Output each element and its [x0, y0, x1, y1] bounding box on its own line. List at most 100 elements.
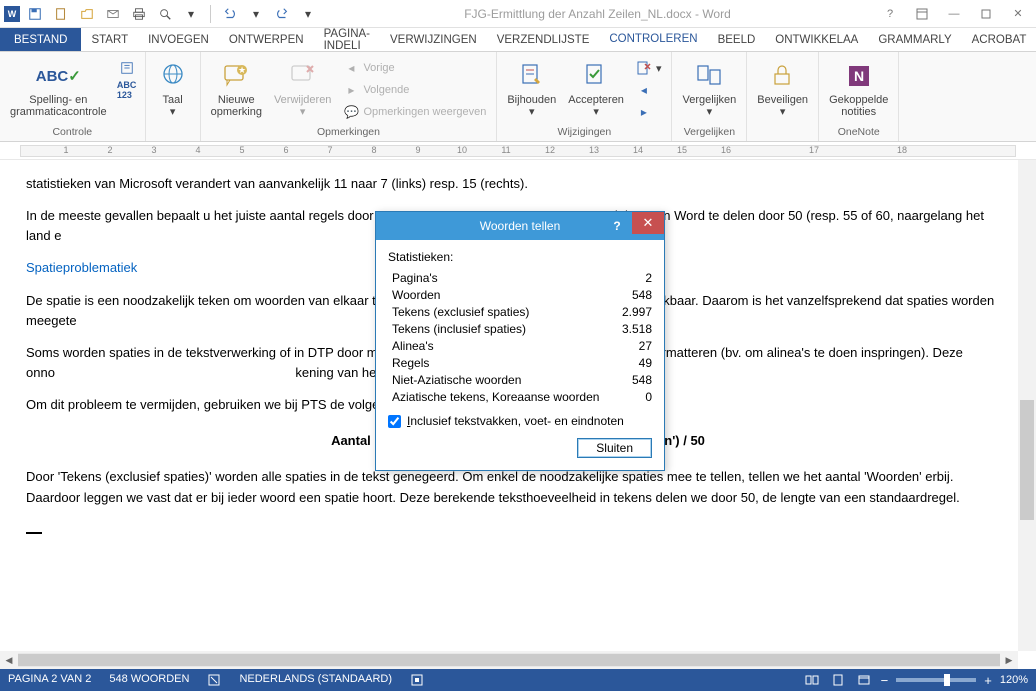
spelling-icon: ABC✓ [42, 60, 74, 92]
tab-ontwerpen[interactable]: ONTWERPEN [219, 28, 314, 51]
qat-email[interactable] [102, 3, 124, 25]
dialog-close-button[interactable]: ✕ [632, 212, 664, 234]
view-read-mode[interactable] [803, 671, 821, 689]
tab-controleren[interactable]: CONTROLEREN [599, 28, 707, 51]
stat-row: Woorden548 [388, 287, 652, 304]
next-change-button[interactable]: ▸ [632, 102, 666, 122]
horizontal-scrollbar[interactable]: ◀ ▶ [0, 651, 1018, 669]
group-controle-label: Controle [6, 126, 139, 141]
window-title: FJG-Ermittlung der Anzahl Zeilen_NL.docx… [319, 7, 876, 21]
accepteren-button[interactable]: Accepteren▾ [564, 58, 628, 120]
vertical-scrollbar-thumb[interactable] [1020, 400, 1034, 520]
status-page[interactable]: PAGINA 2 VAN 2 [8, 673, 91, 687]
zoom-out-button[interactable]: − [881, 673, 889, 688]
paragraph[interactable]: Door 'Tekens (exclusief spaties)' worden… [26, 467, 1010, 507]
qat-print[interactable] [128, 3, 150, 25]
group-wijzigingen-label: Wijzigingen [503, 126, 665, 141]
status-proofing-icon[interactable] [207, 673, 221, 687]
prev-change-button[interactable]: ◂ [632, 80, 666, 100]
status-macro-icon[interactable] [410, 673, 424, 687]
svg-text:★: ★ [238, 65, 246, 75]
tab-acrobat[interactable]: ACROBAT [962, 28, 1036, 51]
dialog-sluiten-button[interactable]: Sluiten [577, 438, 652, 458]
qat-undo[interactable] [219, 3, 241, 25]
dialog-titlebar[interactable]: Woorden tellen ? ✕ [376, 212, 664, 240]
tab-start[interactable]: START [81, 28, 138, 51]
zoom-slider-thumb[interactable] [944, 674, 950, 686]
word-count-icon: ABC123 [119, 82, 135, 98]
word-count-dialog: Woorden tellen ? ✕ Statistieken: Pagina'… [375, 211, 665, 471]
checkbox-input[interactable] [388, 415, 401, 428]
group-vergelijken-label: Vergelijken [678, 126, 740, 141]
zoom-slider[interactable] [896, 678, 976, 682]
dialog-title: Woorden tellen [480, 219, 561, 233]
volgende-opmerking-button[interactable]: ▸Volgende [339, 80, 490, 100]
group-onenote-label: OneNote [825, 126, 892, 141]
gekoppelde-notities-button[interactable]: N Gekoppelde notities [825, 58, 892, 120]
stat-row: Alinea's27 [388, 338, 652, 355]
show-comments-icon: 💬 [343, 104, 359, 120]
tab-verzendlijsten[interactable]: VERZENDLIJSTE [487, 28, 600, 51]
view-web-layout[interactable] [855, 671, 873, 689]
reject-button[interactable]: ▾ [632, 58, 666, 78]
title-bar: W ▾ ▾ ▾ FJG-Ermittlung der Anzahl Zeilen… [0, 0, 1036, 28]
prev-comment-icon: ◂ [343, 60, 359, 76]
qat-save[interactable] [24, 3, 46, 25]
hscroll-left[interactable]: ◀ [0, 651, 18, 669]
qat-preview[interactable] [154, 3, 176, 25]
vertical-scrollbar[interactable] [1018, 160, 1036, 651]
group-opmerkingen-label: Opmerkingen [207, 126, 491, 141]
nieuwe-opmerking-button[interactable]: ★ Nieuwe opmerking [207, 58, 266, 120]
stat-row: Tekens (exclusief spaties)2.997 [388, 304, 652, 321]
tab-ontwikkelaar[interactable]: ONTWIKKELAA [765, 28, 868, 51]
bijhouden-button[interactable]: Bijhouden▾ [503, 58, 560, 120]
qat-undo-more[interactable]: ▾ [245, 3, 267, 25]
hscroll-right[interactable]: ▶ [1000, 651, 1018, 669]
qat-open[interactable] [76, 3, 98, 25]
view-print-layout[interactable] [829, 671, 847, 689]
spelling-button[interactable]: ABC✓ Spelling- en grammaticacontrole [6, 58, 111, 120]
taal-button[interactable]: Taal▾ [152, 58, 194, 120]
beveiligen-button[interactable]: Beveiligen▾ [753, 58, 812, 120]
maximize-button[interactable] [972, 4, 1000, 24]
thesaurus-button[interactable] [115, 58, 139, 78]
vorige-opmerking-button[interactable]: ◂Vorige [339, 58, 490, 78]
qat-redo[interactable] [271, 3, 293, 25]
language-icon [157, 60, 189, 92]
qat-new[interactable] [50, 3, 72, 25]
tab-verwijzingen[interactable]: VERWIJZINGEN [380, 28, 487, 51]
verwijderen-button[interactable]: Verwijderen▾ [270, 58, 335, 120]
tab-file[interactable]: BESTAND [0, 28, 81, 51]
tab-grammarly[interactable]: GRAMMARLY [868, 28, 961, 51]
zoom-in-button[interactable]: + [984, 673, 992, 688]
help-button[interactable]: ? [876, 4, 904, 24]
paragraph[interactable]: statistieken van Microsoft verandert van… [26, 174, 1010, 194]
status-words[interactable]: 548 WOORDEN [109, 673, 189, 687]
tab-pagina-indeling[interactable]: PAGINA-INDELI [314, 28, 380, 51]
reject-icon [636, 60, 652, 76]
qat-more-dropdown[interactable]: ▾ [297, 3, 319, 25]
status-bar: PAGINA 2 VAN 2 548 WOORDEN NEDERLANDS (S… [0, 669, 1036, 691]
ribbon: ABC✓ Spelling- en grammaticacontrole ABC… [0, 52, 1036, 142]
stat-row: Pagina's2 [388, 270, 652, 287]
vergelijken-button[interactable]: Vergelijken▾ [678, 58, 740, 120]
ribbon-display-options[interactable] [908, 4, 936, 24]
stat-row: Regels49 [388, 355, 652, 372]
word-count-button[interactable]: ABC123 [115, 80, 139, 100]
opmerkingen-weergeven-button[interactable]: 💬Opmerkingen weergeven [339, 102, 490, 122]
zoom-level[interactable]: 120% [1000, 674, 1028, 686]
qat-customize[interactable]: ▾ [180, 3, 202, 25]
horizontal-ruler[interactable]: 123456789101112131415161718 [0, 142, 1036, 160]
close-button[interactable]: ✕ [1004, 4, 1032, 24]
include-textboxes-checkbox[interactable]: Inclusief tekstvakken, voet- en eindnote… [388, 414, 652, 428]
tab-invoegen[interactable]: INVOEGEN [138, 28, 219, 51]
minimize-button[interactable]: — [940, 4, 968, 24]
status-language[interactable]: NEDERLANDS (STANDAARD) [239, 673, 392, 687]
horizontal-scrollbar-thumb[interactable] [18, 654, 1000, 666]
protect-icon [767, 60, 799, 92]
new-comment-icon: ★ [220, 60, 252, 92]
tab-beeld[interactable]: BEELD [708, 28, 766, 51]
dialog-help-button[interactable]: ? [604, 212, 630, 240]
prev-change-icon: ◂ [636, 82, 652, 98]
thesaurus-icon [119, 60, 135, 76]
